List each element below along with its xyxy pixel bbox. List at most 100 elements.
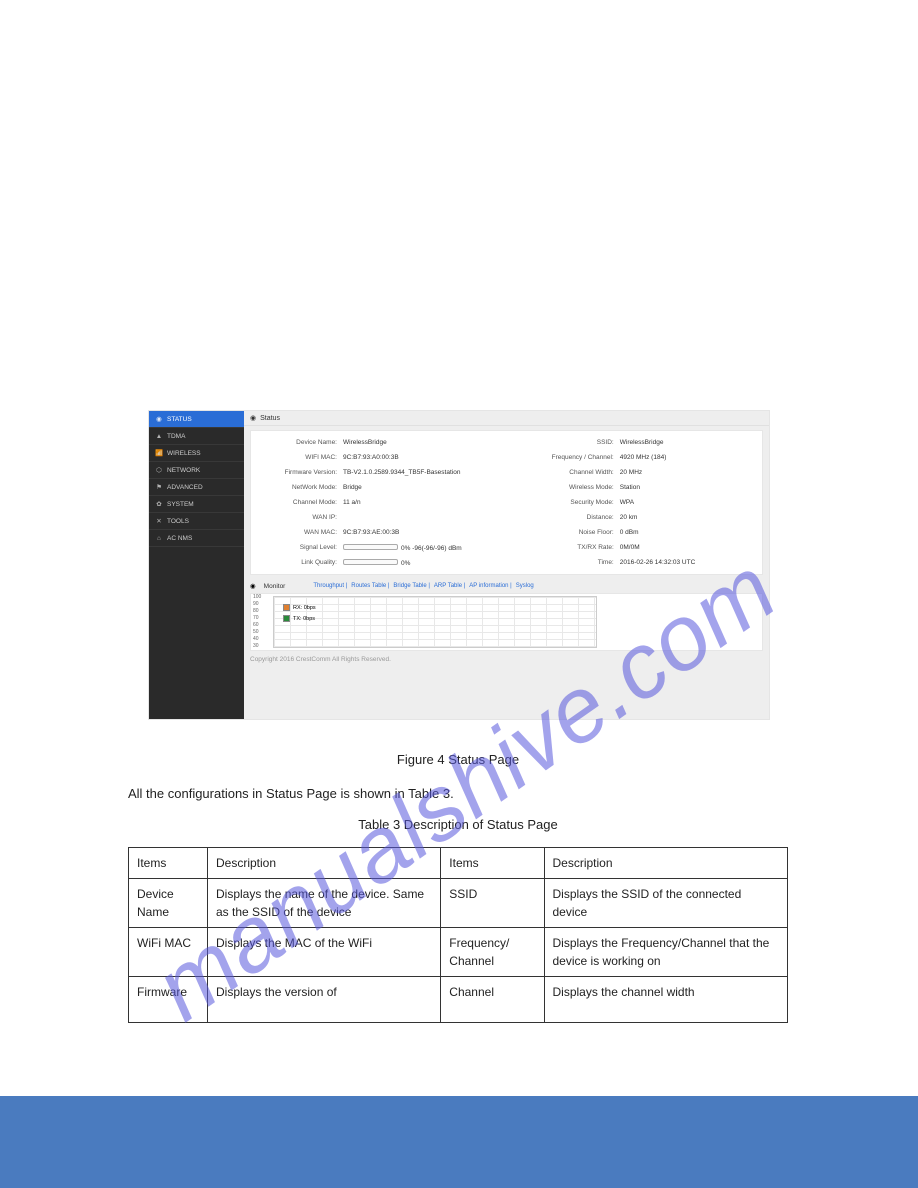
table-cell: WiFi MAC xyxy=(129,927,208,976)
sidebar-item-advanced[interactable]: ⚑ ADVANCED xyxy=(149,479,244,496)
table-cell: Displays the channel width xyxy=(544,976,788,1022)
status-label: Security Mode: xyxy=(536,499,614,506)
status-value: 0M/0M xyxy=(620,544,640,551)
status-label: Noise Floor: xyxy=(536,529,614,536)
sidebar-item-label: NETWORK xyxy=(167,467,200,474)
sidebar-item-system[interactable]: ✿SYSTEM xyxy=(149,496,244,513)
sidebar-item-label: SYSTEM xyxy=(167,501,194,508)
y-tick: 70 xyxy=(253,615,261,622)
figure-caption: Figure 4 Status Page xyxy=(128,750,788,770)
status-value: WirelessBridge xyxy=(343,439,387,446)
progress-bar xyxy=(343,544,398,550)
network-icon: ⬡ xyxy=(155,466,163,474)
status-label: Distance: xyxy=(536,514,614,521)
y-tick: 60 xyxy=(253,622,261,629)
sidebar-nav: ◉STATUS ▲ TDMA 📶WIRELESS ⬡ NETWORK ⚑ ADVANCED ✿S… xyxy=(149,411,244,719)
status-row: TX/RX Rate: 0M/0M xyxy=(536,541,754,554)
chart-y-axis: 10090807060504030 xyxy=(253,594,261,650)
status-label: Frequency / Channel: xyxy=(536,454,614,461)
status-row: WIFI MAC:9C:B7:93:A0:00:3B xyxy=(259,451,526,464)
caption-block: Figure 4 Status Page All the configurati… xyxy=(128,750,788,1023)
status-label: Firmware Version: xyxy=(259,469,337,476)
status-label: WAN MAC: xyxy=(259,529,337,536)
status-row: NetWork Mode:Bridge xyxy=(259,481,526,494)
paragraph-1: All the configurations in Status Page is… xyxy=(128,784,788,804)
status-label: NetWork Mode: xyxy=(259,484,337,491)
status-row: Channel Width:20 MHz xyxy=(536,466,754,479)
status-value: 2016-02-26 14:32:03 UTC xyxy=(620,559,696,566)
sidebar-item-label: AC NMS xyxy=(167,535,192,542)
table-header-cell: Items xyxy=(441,847,544,878)
status-row: Distance: 20 km xyxy=(536,511,754,524)
status-row: WAN IP: xyxy=(259,511,526,524)
status-row: Time:2016-02-26 14:32:03 UTC xyxy=(536,556,754,569)
advanced-icon: ⚑ xyxy=(155,483,163,491)
table-caption: Table 3 Description of Status Page xyxy=(128,815,788,835)
monitor-link-arp-table[interactable]: ARP Table | xyxy=(434,583,465,589)
chart-legend: RX: 0bps TX: 0bps xyxy=(283,604,316,626)
status-value: 20 km xyxy=(620,514,638,521)
status-value: 20 MHz xyxy=(620,469,642,476)
status-label: Channel Mode: xyxy=(259,499,337,506)
copyright-text: Copyright 2016 CrestComm All Rights Rese… xyxy=(244,654,769,665)
table-cell: Device Name xyxy=(129,878,208,927)
table-cell: SSID xyxy=(441,878,544,927)
y-tick: 50 xyxy=(253,629,261,636)
description-table: ItemsDescriptionItemsDescriptionDevice N… xyxy=(128,847,788,1023)
status-label: TX/RX Rate: xyxy=(536,544,614,551)
table-row: Device NameDisplays the name of the devi… xyxy=(129,878,788,927)
ac nms-icon: ⌂ xyxy=(155,534,163,542)
status-row: Device Name:WirelessBridge xyxy=(259,436,526,449)
sidebar-item-wireless[interactable]: 📶WIRELESS xyxy=(149,445,244,462)
status-value: 0% xyxy=(343,559,410,567)
legend-text: RX: 0bps xyxy=(293,605,316,611)
table-cell: Channel xyxy=(441,976,544,1022)
status-section-header: ◉ Status xyxy=(244,411,769,426)
sidebar-item-label: ADVANCED xyxy=(167,484,203,491)
status-label: Wireless Mode: xyxy=(536,484,614,491)
sidebar-item-status[interactable]: ◉STATUS xyxy=(149,411,244,428)
table-row: WiFi MACDisplays the MAC of the WiFiFreq… xyxy=(129,927,788,976)
table-cell: Displays the Frequency/Channel that the … xyxy=(544,927,788,976)
throughput-chart: 10090807060504030 RX: 0bps TX: 0bps xyxy=(250,593,763,651)
monitor-link-bridge-table[interactable]: Bridge Table | xyxy=(393,583,429,589)
table-header-cell: Description xyxy=(208,847,441,878)
status-row: Link Quality: 0% xyxy=(259,556,526,569)
sidebar-item-ac-nms[interactable]: ⌂ AC NMS xyxy=(149,530,244,547)
table-cell: Displays the version of xyxy=(208,976,441,1022)
status-label: Signal Level: xyxy=(259,544,337,551)
footer-bar xyxy=(0,1096,918,1188)
status-screenshot: ◉STATUS ▲ TDMA 📶WIRELESS ⬡ NETWORK ⚑ ADVANCED ✿S… xyxy=(148,410,770,720)
monitor-link-throughput[interactable]: Throughput | xyxy=(313,583,347,589)
monitor-link-ap-information[interactable]: AP information | xyxy=(469,583,511,589)
y-tick: 90 xyxy=(253,601,261,608)
status-value: 4920 MHz (184) xyxy=(620,454,667,461)
progress-bar xyxy=(343,559,398,565)
legend-text: TX: 0bps xyxy=(293,616,315,622)
sidebar-item-tdma[interactable]: ▲ TDMA xyxy=(149,428,244,445)
sidebar-item-tools[interactable]: ✕TOOLS xyxy=(149,513,244,530)
sidebar-item-network[interactable]: ⬡ NETWORK xyxy=(149,462,244,479)
status-row: Signal Level:0% -96(-96/-96) dBm xyxy=(259,541,526,554)
status-value: Station xyxy=(620,484,640,491)
sidebar-item-label: TDMA xyxy=(167,433,185,440)
status-label: SSID: xyxy=(536,439,614,446)
monitor-link-routes-table[interactable]: Routes Table | xyxy=(351,583,389,589)
table-header-cell: Description xyxy=(544,847,788,878)
legend-swatch xyxy=(283,615,290,622)
y-tick: 30 xyxy=(253,643,261,650)
tdma-icon: ▲ xyxy=(155,432,163,440)
status-row: Noise Floor: 0 dBm xyxy=(536,526,754,539)
content-area: ◉ Status Device Name:WirelessBridge WIFI … xyxy=(244,411,769,719)
status-value: WirelessBridge xyxy=(620,439,664,446)
legend-item: TX: 0bps xyxy=(283,615,316,622)
monitor-link-syslog[interactable]: Syslog xyxy=(516,583,534,589)
status-label: Link Quality: xyxy=(259,559,337,566)
status-row: Security Mode:WPA xyxy=(536,496,754,509)
status-value: 0 dBm xyxy=(620,529,639,536)
table-cell: Firmware xyxy=(129,976,208,1022)
wireless-icon: 📶 xyxy=(155,449,163,457)
status-label: WIFI MAC: xyxy=(259,454,337,461)
y-tick: 40 xyxy=(253,636,261,643)
gear-icon: ◉ xyxy=(250,582,256,590)
